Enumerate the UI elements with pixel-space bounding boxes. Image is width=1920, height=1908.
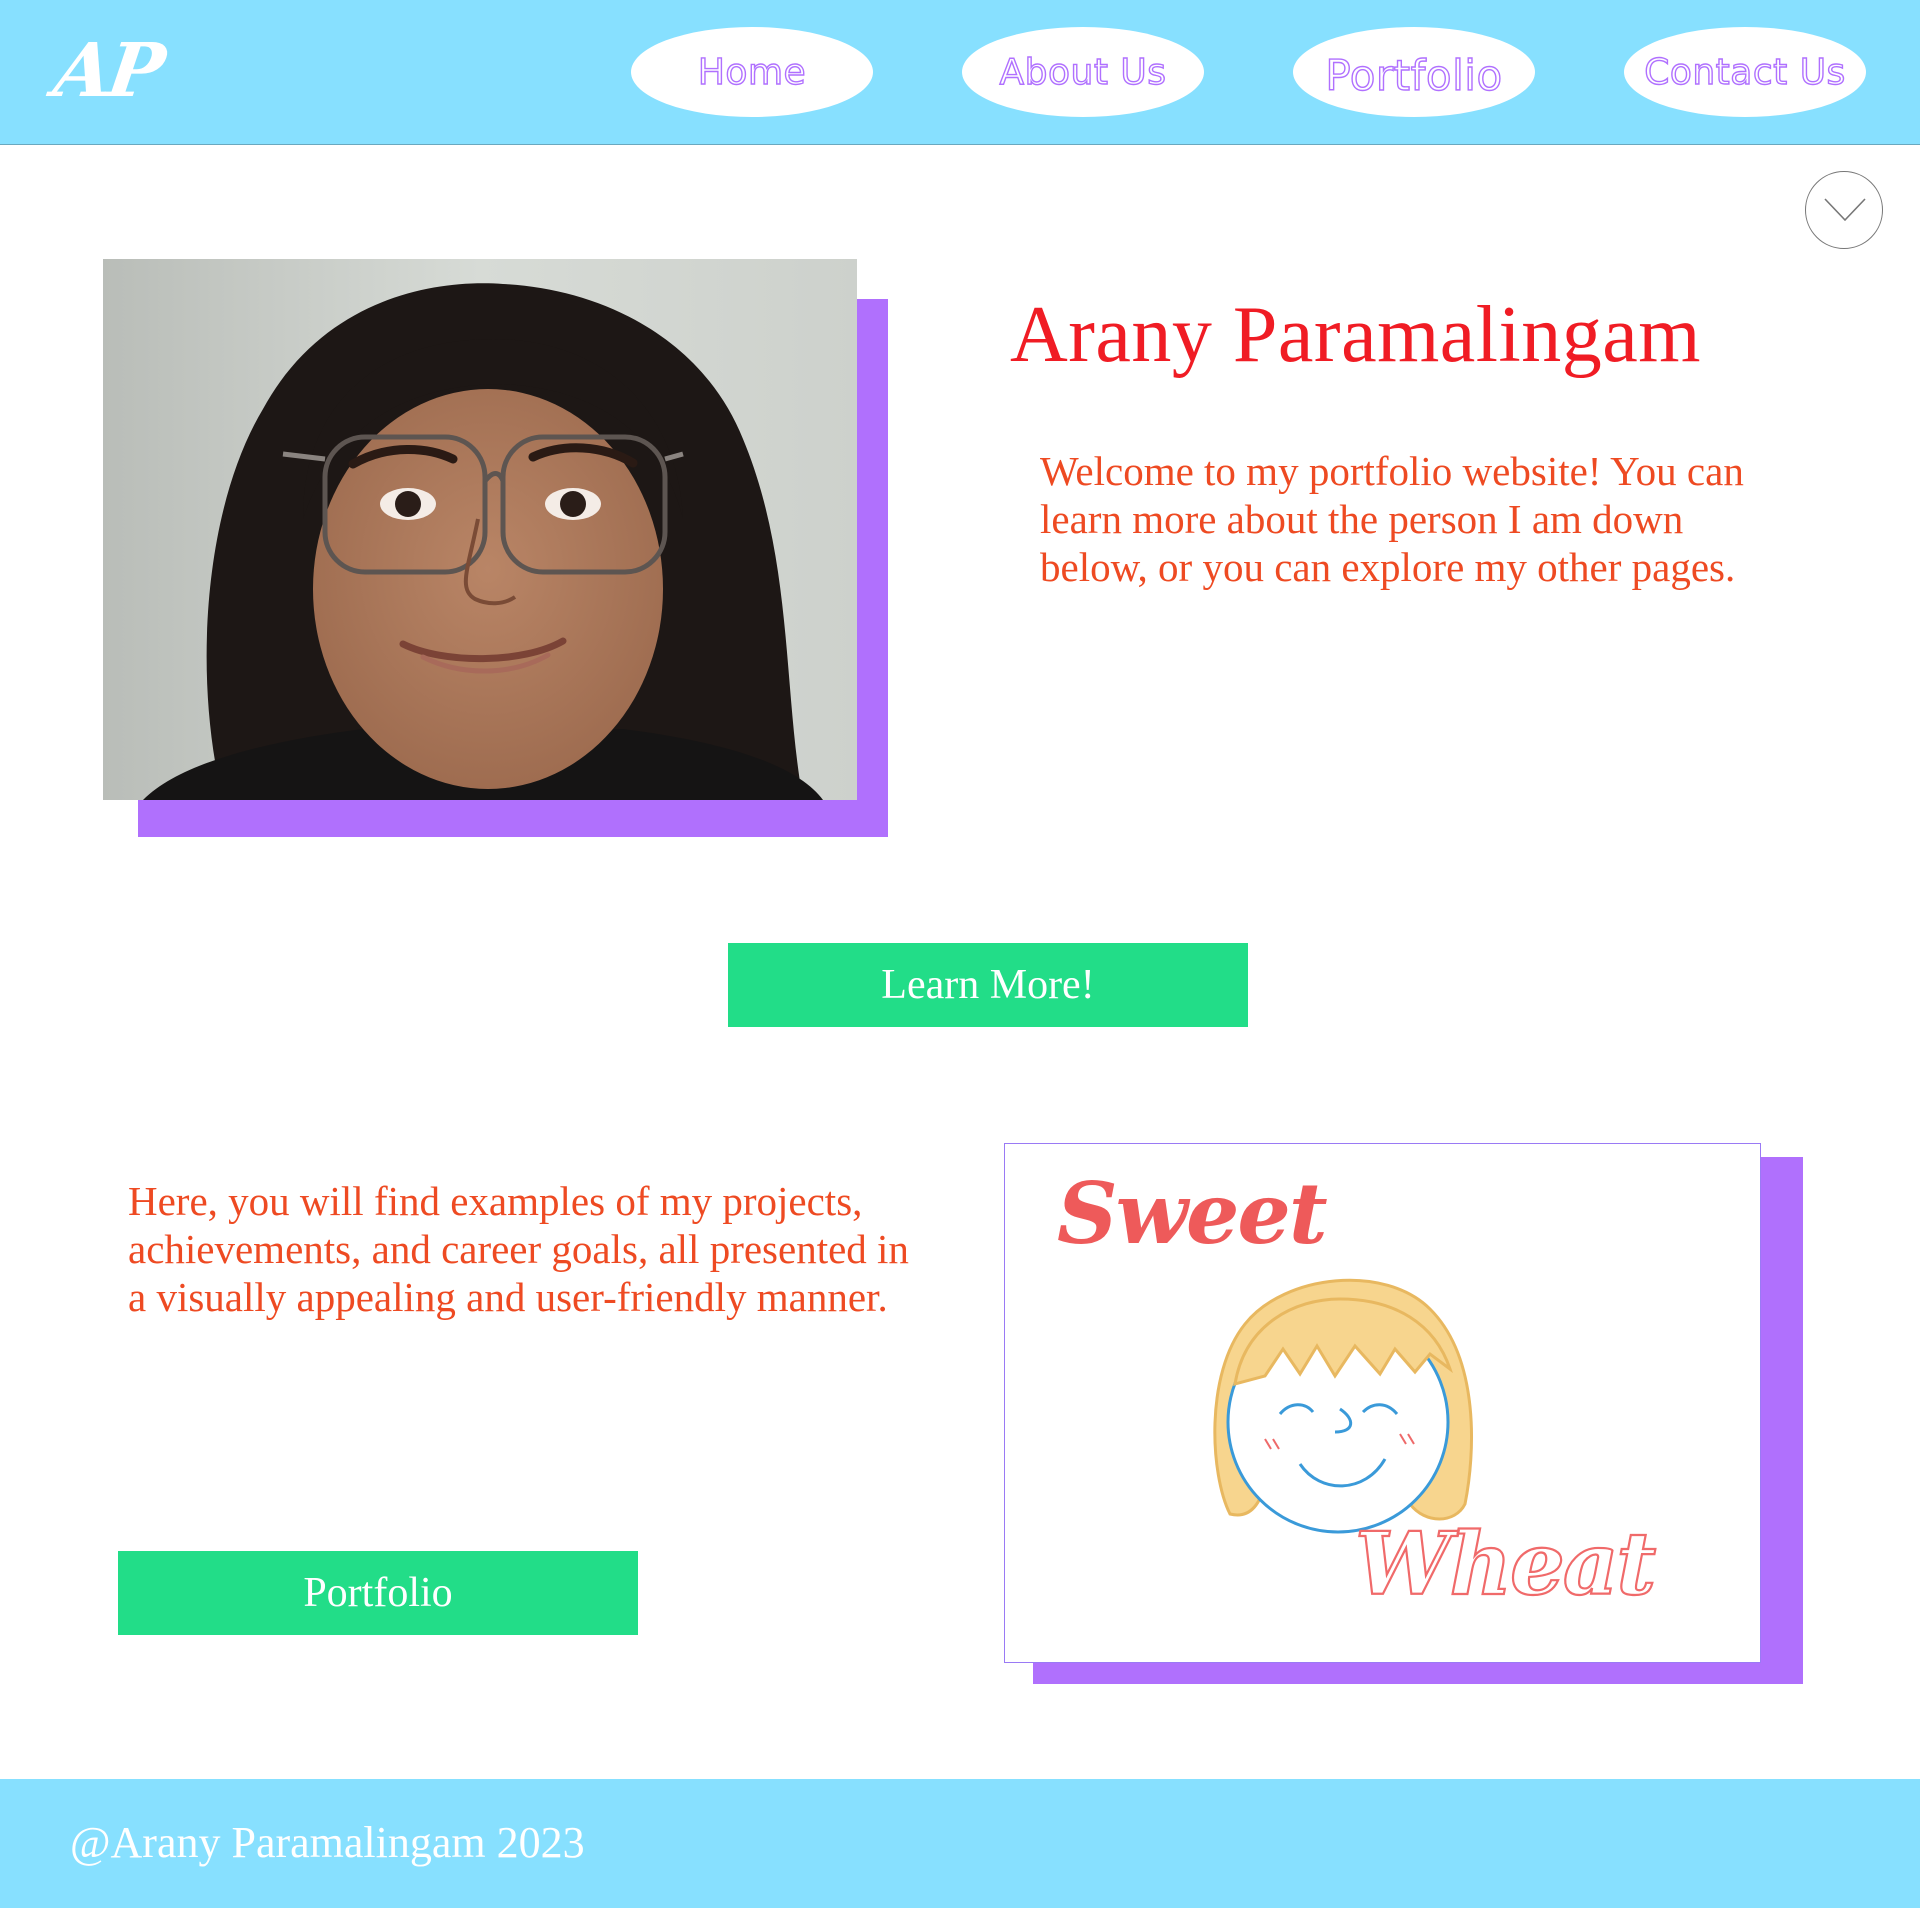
card-title-bottom: Wheat: [1354, 1513, 1657, 1616]
portfolio-button[interactable]: Portfolio: [118, 1551, 638, 1635]
portfolio-description: Here, you will find examples of my proje…: [128, 1178, 909, 1320]
nav-home[interactable]: Home: [631, 27, 873, 117]
chevron-down-icon: [1824, 198, 1866, 222]
nav-portfolio-label: Portfolio: [1325, 50, 1503, 100]
site-header: AP Home About Us Portfolio Contact Us: [0, 0, 1920, 145]
nav-about-us-label: About Us: [999, 51, 1167, 93]
site-logo[interactable]: AP: [49, 28, 166, 114]
hero-intro-text: Welcome to my portfolio website! You can…: [1040, 448, 1744, 590]
site-footer: @Arany Paramalingam 2023: [0, 1779, 1920, 1908]
scroll-down-button[interactable]: [1805, 171, 1883, 249]
nav-contact-us-label: Contact Us: [1643, 51, 1846, 93]
nav-home-label: Home: [697, 51, 807, 93]
girl-illustration: [1213, 1278, 1473, 1534]
project-card[interactable]: Sweet Wheat: [1004, 1143, 1761, 1663]
nav-about-us[interactable]: About Us: [962, 27, 1204, 117]
hero-name-heading: Arany Paramalingam: [1010, 291, 1701, 379]
nav-contact-us[interactable]: Contact Us: [1624, 27, 1866, 117]
nav-portfolio[interactable]: Portfolio: [1293, 27, 1535, 117]
card-title-top: Sweet: [1057, 1164, 1328, 1263]
learn-more-button[interactable]: Learn More!: [728, 943, 1248, 1027]
footer-copyright: @Arany Paramalingam 2023: [70, 1818, 585, 1867]
profile-photo: [103, 259, 857, 800]
